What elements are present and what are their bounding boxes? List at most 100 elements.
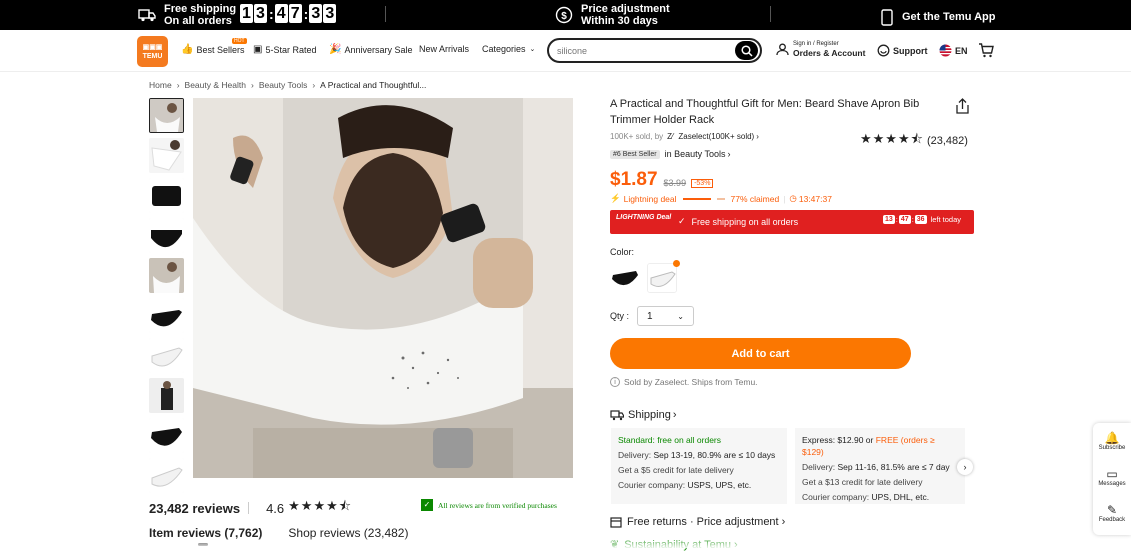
standard-shipping-card[interactable]: Standard: free on all orders Delivery: S… xyxy=(611,428,787,504)
nav-5-star-rated[interactable]: ▣ 5-Star Rated xyxy=(253,44,316,55)
support-link[interactable]: Support xyxy=(877,44,928,57)
price-adjustment-promo[interactable]: $ Price adjustment Within 30 days xyxy=(555,3,670,27)
standard-couriers: USPS, UPS, etc. xyxy=(687,480,752,490)
quantity-select[interactable]: 1 ⌄ xyxy=(637,306,694,326)
thumbnail[interactable] xyxy=(149,418,184,453)
product-rating[interactable]: ★★★★⯪ (23,482) xyxy=(860,130,968,152)
free-shipping-title: Free shipping xyxy=(164,3,237,15)
banner-free-shipping-label: Free shipping on all orders xyxy=(691,216,799,227)
search-input[interactable] xyxy=(557,44,727,58)
price-adjustment-title: Price adjustment xyxy=(581,3,670,15)
sustainability-row[interactable]: ❦ Sustainability at Temu › xyxy=(610,538,738,551)
chevron-right-icon: › xyxy=(963,462,967,472)
verified-text: All reviews are from verified purchases xyxy=(438,500,557,510)
countdown-digit: 3 xyxy=(309,4,323,23)
express-title: Express: $12.90 or xyxy=(802,435,874,445)
search-icon xyxy=(740,44,753,57)
thumbnail-list xyxy=(149,98,185,498)
banner-countdown-seconds: 36 xyxy=(914,215,927,224)
shipping-header[interactable]: Shipping › xyxy=(610,409,677,421)
feedback-button[interactable]: ✎ Feedback xyxy=(1093,495,1131,531)
color-swatch-black[interactable] xyxy=(610,263,640,293)
messages-button[interactable]: ▭ Messages xyxy=(1093,459,1131,495)
shipping-next-arrow[interactable]: › xyxy=(957,459,973,475)
free-shipping-sub: On all orders xyxy=(164,15,232,27)
language-selector[interactable]: EN xyxy=(939,44,968,57)
sold-by-text: Sold by Zaselect. Ships from Temu. xyxy=(624,377,758,387)
thumbnail[interactable] xyxy=(149,138,184,173)
phone-icon xyxy=(880,8,894,26)
cart-icon[interactable] xyxy=(978,43,994,63)
standard-delivery-label: Delivery: xyxy=(618,450,652,460)
best-seller-row[interactable]: #6 Best Seller in Beauty Tools › xyxy=(610,149,730,159)
lightning-icon: ⚡ xyxy=(610,193,621,203)
nav-new-arrivals[interactable]: New Arrivals xyxy=(419,44,469,54)
dollar-circle-icon: $ xyxy=(555,6,573,24)
us-flag-icon xyxy=(939,44,952,57)
nav-anniversary-label: Anniversary Sale xyxy=(344,44,413,55)
account-big-label: Orders & Account xyxy=(793,48,866,58)
breadcrumb-beauty-health[interactable]: Beauty & Health xyxy=(185,80,246,90)
account-menu[interactable]: Sign in / Register Orders & Account xyxy=(776,41,865,58)
clock-icon: ◷ xyxy=(789,193,797,203)
nav-5-star-label: 5-Star Rated xyxy=(265,44,317,55)
free-shipping-promo[interactable]: Free shipping On all orders xyxy=(138,3,236,27)
product-title: A Practical and Thoughtful Gift for Men:… xyxy=(610,98,920,126)
returns-row[interactable]: Free returns · Price adjustment › xyxy=(610,516,785,528)
user-icon xyxy=(776,43,789,56)
tab-shop-reviews[interactable]: Shop reviews (23,482) xyxy=(288,526,408,540)
svg-text:$: $ xyxy=(561,11,567,22)
thumbnail[interactable] xyxy=(149,258,184,293)
thumbnail[interactable] xyxy=(149,98,184,133)
support-label: Support xyxy=(893,45,928,56)
thumbnail[interactable] xyxy=(149,458,184,493)
chevron-right-icon: › xyxy=(734,538,738,551)
countdown-timer: 1 3 : 4 7 : 3 3 xyxy=(240,4,337,23)
lightning-deal-logo: LIGHTNING Deal xyxy=(616,214,672,221)
nav-categories[interactable]: Categories ⌄ xyxy=(482,44,535,54)
truck-icon xyxy=(138,6,156,24)
store-link[interactable]: Zaselect(100K+ sold) xyxy=(678,132,754,141)
banner-free-shipping: ✓ Free shipping on all orders xyxy=(678,216,798,227)
express-delivery-label: Delivery: xyxy=(802,462,836,472)
nav-best-sellers[interactable]: 👍 Best Sellers xyxy=(181,44,244,55)
temu-logo[interactable]: ▣▣▣ TEMU xyxy=(137,36,168,67)
tab-item-reviews[interactable]: Item reviews (7,762) xyxy=(149,526,262,540)
message-icon: ▭ xyxy=(1106,467,1118,481)
express-shipping-card[interactable]: Express: $12.90 or FREE (orders ≥ $129) … xyxy=(795,428,965,504)
logo-text: TEMU xyxy=(142,53,163,60)
thumbnail[interactable] xyxy=(149,338,184,373)
share-icon[interactable] xyxy=(955,98,970,119)
breadcrumb-current: A Practical and Thoughtful... xyxy=(320,80,427,90)
thumbs-up-icon: 👍 xyxy=(181,44,194,55)
subscribe-button[interactable]: 🔔 Subscribe xyxy=(1093,423,1131,459)
thumbnail[interactable] xyxy=(149,298,184,333)
get-app-label: Get the Temu App xyxy=(902,11,996,23)
get-app-link[interactable]: Get the Temu App xyxy=(880,8,996,26)
thumbnail[interactable] xyxy=(149,378,184,413)
floating-side-panel: 🔔 Subscribe ▭ Messages ✎ Feedback xyxy=(1093,423,1131,535)
breadcrumb-beauty-tools[interactable]: Beauty Tools xyxy=(259,80,308,90)
sold-info: 100K+ sold, by Z⁄ Zaselect(100K+ sold) › xyxy=(610,132,759,141)
claimed-label: 77% claimed xyxy=(730,193,780,204)
add-to-cart-button[interactable]: Add to cart xyxy=(610,338,911,369)
countdown-digit: 1 xyxy=(240,4,253,23)
breadcrumb-home[interactable]: Home xyxy=(149,80,172,90)
thumbnail[interactable] xyxy=(149,218,184,253)
main-product-image[interactable] xyxy=(193,98,573,478)
color-swatch-white[interactable] xyxy=(647,263,677,293)
price-adjustment-sub: Within 30 days xyxy=(581,15,658,27)
lightning-deal-banner: LIGHTNING Deal ✓ Free shipping on all or… xyxy=(610,210,974,234)
shield-check-icon: ✓ xyxy=(421,499,433,511)
search-button[interactable] xyxy=(735,41,758,60)
chevron-right-icon: › xyxy=(756,132,759,141)
hot-badge: HOT xyxy=(232,38,247,44)
feedback-label: Feedback xyxy=(1098,517,1126,523)
bell-icon: 🔔 xyxy=(1104,431,1120,445)
thumbnail[interactable] xyxy=(149,178,184,213)
lightning-deal-row: ⚡ Lightning deal 77% claimed | ◷ 13:47:3… xyxy=(610,193,832,204)
chevron-right-icon: › xyxy=(672,409,677,421)
product-info: A Practical and Thoughtful Gift for Men:… xyxy=(610,96,975,128)
nav-anniversary-sale[interactable]: 🎉 Anniversary Sale xyxy=(329,44,413,55)
sold-by-row: i Sold by Zaselect. Ships from Temu. xyxy=(610,377,758,387)
